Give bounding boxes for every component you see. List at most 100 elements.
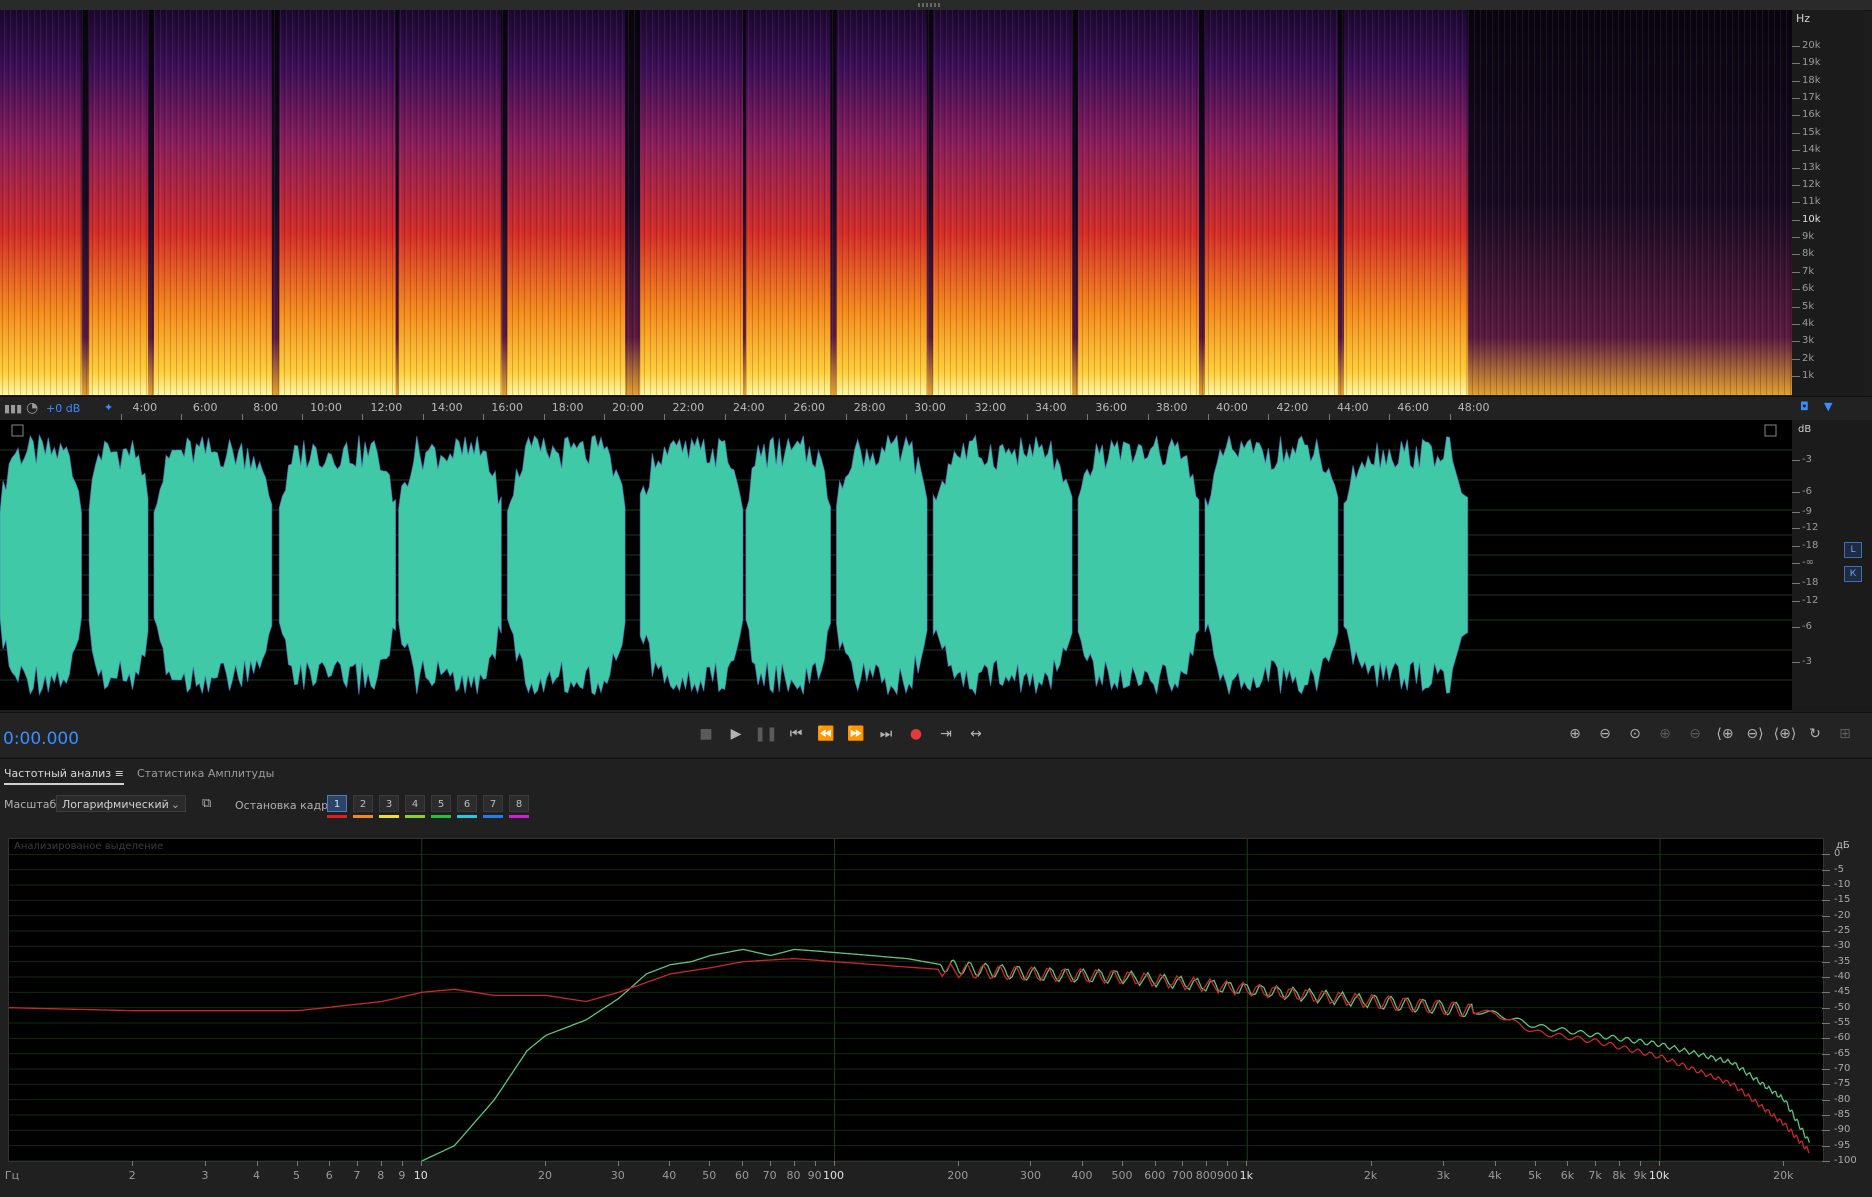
tab-amplitude-statistics[interactable]: Статистика Амплитуды: [137, 767, 274, 780]
frequency-tick-label: 15k: [1802, 126, 1821, 138]
graph-frequency-tick: [329, 1161, 331, 1166]
frequency-tick: [1792, 323, 1800, 325]
stop-button[interactable]: ■: [694, 723, 718, 745]
record-button[interactable]: ●: [904, 723, 928, 745]
time-tick-label: 46:00: [1397, 401, 1430, 414]
waveform-corner-toggle-left[interactable]: [11, 424, 24, 437]
graph-frequency-tick-label: 800: [1195, 1169, 1217, 1182]
frequency-tick-label: 20k: [1802, 40, 1821, 51]
graph-db-tick-label: -40: [1834, 971, 1851, 982]
waveform-display[interactable]: [0, 420, 1792, 710]
zoom-out-full-button[interactable]: ⊖⟩: [1743, 723, 1767, 745]
frequency-tick-label: 14k: [1802, 144, 1821, 156]
freeze-frame-button-1[interactable]: 1: [327, 795, 347, 812]
zoom-in-amplitude-button[interactable]: ⊕: [1563, 723, 1587, 745]
graph-frequency-tick: [769, 1161, 771, 1166]
gain-value[interactable]: +0 dB: [46, 402, 80, 415]
zoom-in-point-button[interactable]: ⟨⊕: [1713, 723, 1737, 745]
pin-icon[interactable]: ✦: [104, 401, 113, 414]
graph-frequency-tick-label: 300: [1019, 1169, 1041, 1182]
graph-db-tick-label: -80: [1834, 1093, 1851, 1105]
freeze-frame-button-5[interactable]: 5: [431, 795, 451, 812]
marker-icon[interactable]: ▼: [1824, 400, 1832, 413]
zoom-in-time-button[interactable]: ⊕: [1653, 723, 1677, 745]
time-tick-label: 28:00: [853, 401, 886, 414]
frequency-tick: [1792, 150, 1800, 152]
advanced-options-icon[interactable]: ⧉: [202, 796, 211, 811]
graph-db-tick-label: -65: [1834, 1047, 1851, 1059]
freeze-frame-button-7[interactable]: 7: [483, 795, 503, 812]
time-tick-label: 20:00: [612, 401, 644, 414]
graph-caption: Анализированое выделение: [14, 841, 164, 852]
graph-frequency-tick: [1154, 1161, 1156, 1166]
graph-db-tick-label: -35: [1834, 955, 1851, 967]
headphone-icon[interactable]: ◘: [1800, 400, 1809, 413]
spectral-frequency-display[interactable]: [0, 10, 1792, 395]
time-ruler[interactable]: ▮▮▮ ◔ +0 dB ✦ 4:00 6:00 8:00 10:00 12:00 14:0…: [0, 396, 1872, 422]
graph-frequency-tick-label: 1k: [1239, 1169, 1253, 1182]
graph-frequency-tick-label: 8k: [1612, 1169, 1626, 1182]
scale-dropdown[interactable]: Логарифмический ⌄: [56, 795, 186, 812]
freeze-frame-label: Остановка кадра:: [235, 799, 339, 812]
graph-frequency-tick: [132, 1161, 134, 1166]
waveform-segment: [398, 435, 502, 695]
graph-frequency-tick: [1246, 1161, 1248, 1166]
level-meter-icon[interactable]: ▮▮▮: [4, 402, 22, 415]
fast-forward-button[interactable]: ⏩: [844, 723, 868, 745]
freeze-frame-button-3[interactable]: 3: [379, 795, 399, 812]
timecode-display[interactable]: 0:00.000: [3, 729, 79, 749]
channel-left-toggle[interactable]: L: [1844, 542, 1862, 558]
frequency-ruler: Hz 20k 19k 18k 17k 16k 15k 14k 13k 12k 11k 10k 9k 8k…: [1792, 10, 1864, 395]
amplitude-tick-label: -3: [1802, 454, 1812, 465]
frequency-tick-label: 4k: [1802, 317, 1815, 329]
loop-playback-button[interactable]: ⇥: [934, 723, 958, 745]
zoom-reset-button[interactable]: ⊙: [1623, 723, 1647, 745]
pause-button[interactable]: ❚❚: [754, 723, 778, 745]
zoom-out-time-button[interactable]: ⊖: [1683, 723, 1707, 745]
graph-db-tick-label: -15: [1834, 894, 1851, 906]
frequency-tick: [1792, 237, 1800, 239]
graph-frequency-tick-label: 600: [1144, 1169, 1166, 1182]
channel-right-toggle[interactable]: К: [1844, 566, 1862, 582]
graph-frequency-tick-label: 9k: [1633, 1169, 1647, 1182]
freeze-frame-button-4[interactable]: 4: [405, 795, 425, 812]
freeze-frame-button-2[interactable]: 2: [353, 795, 373, 812]
go-to-end-button[interactable]: ⏭: [874, 723, 898, 745]
graph-frequency-tick: [1534, 1161, 1536, 1166]
graph-frequency-tick-label: 60: [734, 1169, 749, 1182]
graph-db-tick: [1822, 1007, 1830, 1009]
zoom-tracks-button[interactable]: ⊞: [1833, 723, 1857, 745]
graph-frequency-tick-label: 200: [947, 1169, 969, 1182]
graph-frequency-tick-label: 20k: [1773, 1169, 1794, 1182]
frequency-tick-label: 18k: [1802, 74, 1821, 86]
graph-frequency-tick-label: 10k: [1648, 1169, 1670, 1182]
waveform-corner-toggle-right[interactable]: [1764, 424, 1777, 437]
zoom-history-button[interactable]: ↻: [1803, 723, 1827, 745]
gain-knob-icon[interactable]: ◔: [26, 400, 38, 416]
time-tick-label: 48:00: [1457, 401, 1490, 414]
time-tick-label: 32:00: [974, 401, 1007, 414]
amplitude-ruler: dB -3 -6 -9 -12 -18 -∞ -18 -12 -6 -3 L К: [1792, 420, 1872, 710]
freeze-frame-button-6[interactable]: 6: [457, 795, 477, 812]
graph-db-tick: [1822, 992, 1830, 994]
tab-frequency-analysis[interactable]: Частотный анализ ≡: [4, 767, 124, 785]
amplitude-tick-label: -18: [1802, 540, 1819, 551]
graph-frequency-tick: [1122, 1161, 1124, 1166]
zoom-out-amplitude-button[interactable]: ⊖: [1593, 723, 1617, 745]
play-button[interactable]: ▶: [724, 723, 748, 745]
graph-db-tick-label: -10: [1834, 879, 1851, 890]
frequency-tick: [1792, 202, 1800, 204]
graph-frequency-tick-label: 700: [1171, 1169, 1193, 1182]
frequency-tick: [1792, 341, 1800, 343]
rewind-button[interactable]: ⏪: [814, 723, 838, 745]
skip-selection-button[interactable]: ↔: [964, 723, 988, 745]
go-to-start-button[interactable]: ⏮: [784, 723, 808, 745]
amplitude-tick: [1792, 583, 1800, 584]
freeze-frame-button-8[interactable]: 8: [509, 795, 529, 812]
graph-db-tick-label: -5: [1834, 863, 1844, 875]
graph-frequency-tick: [401, 1161, 403, 1166]
graph-frequency-tick: [669, 1161, 671, 1166]
chevron-down-icon: ⌄: [170, 798, 180, 811]
frequency-analysis-graph[interactable]: [8, 838, 1824, 1162]
zoom-selection-button[interactable]: ⟨⊕⟩: [1773, 723, 1797, 745]
